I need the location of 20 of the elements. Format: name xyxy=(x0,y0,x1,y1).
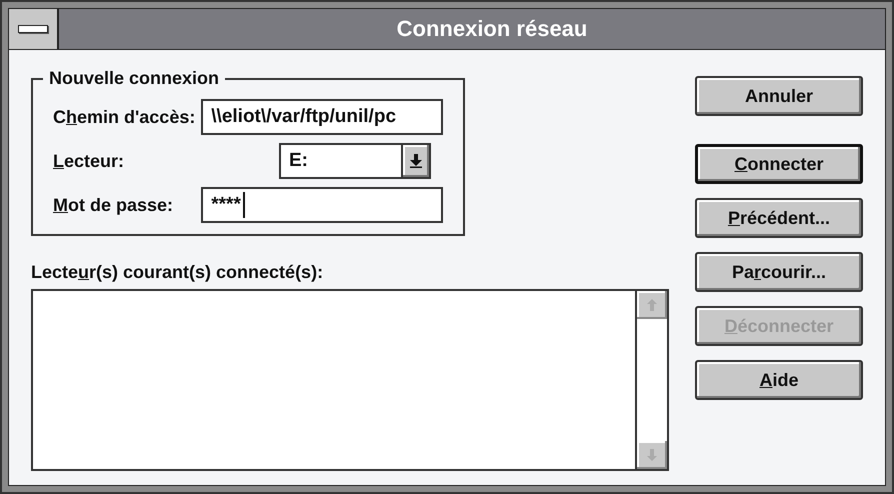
dialog-button[interactable]: Annuler xyxy=(695,76,863,116)
field-label: Mot de passe: xyxy=(53,194,174,216)
list-label: Lecteur(s) courant(s) connecté(s): xyxy=(31,262,324,283)
drive-dropdown[interactable]: E: xyxy=(279,143,431,179)
field-label: Lecteur: xyxy=(53,150,126,172)
input-field[interactable]: \\eliot\/var/ftp/unil/pc xyxy=(201,99,443,135)
system-menu-button[interactable] xyxy=(9,9,59,49)
down-arrow-icon xyxy=(647,449,657,461)
drive-list[interactable] xyxy=(31,289,669,471)
down-arrow-icon xyxy=(410,154,422,168)
dialog-button[interactable]: Parcourir... xyxy=(695,252,863,292)
window-title: Connexion réseau xyxy=(396,16,588,42)
dialog-button[interactable]: Connecter xyxy=(695,144,863,184)
minus-icon xyxy=(18,25,48,33)
input-field[interactable]: **** xyxy=(201,187,443,223)
up-arrow-icon xyxy=(647,299,657,311)
field-label: Chemin d'accès: xyxy=(53,106,196,128)
scrollbar[interactable] xyxy=(635,291,667,469)
dialog-button[interactable]: Précédent... xyxy=(695,198,863,238)
dialog-button[interactable]: Aide xyxy=(695,360,863,400)
